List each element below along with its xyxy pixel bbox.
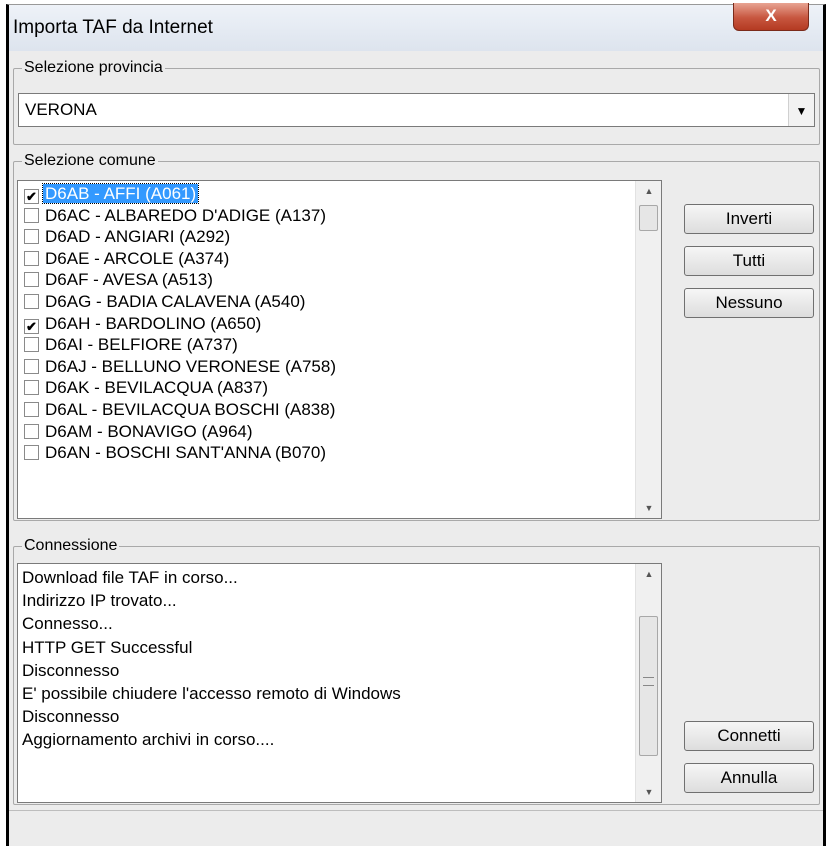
list-item[interactable]: D6AE - ARCOLE (A374) — [18, 248, 635, 270]
log-lines: Download file TAF in corso... Indirizzo I… — [18, 566, 635, 752]
grip-icon — [643, 677, 654, 686]
connessione-group-label: Connessione — [22, 537, 120, 555]
provincia-value: VERONA — [25, 100, 97, 119]
dialog-window: Importa TAF da Internet X Selezione prov… — [6, 3, 826, 846]
checkbox[interactable] — [24, 250, 39, 266]
window-title: Importa TAF da Internet — [13, 17, 213, 38]
scroll-down-icon[interactable]: ▼ — [636, 782, 661, 802]
checkbox[interactable] — [24, 445, 39, 461]
log-line: Connesso... — [22, 614, 113, 634]
annulla-button[interactable]: Annulla — [684, 763, 814, 793]
list-item[interactable]: ✔ D6AB - AFFI (A061) — [18, 183, 635, 205]
list-item[interactable]: ✔ D6AH - BARDOLINO (A650) — [18, 313, 635, 335]
list-item-label: D6AI - BELFIORE (A737) — [45, 335, 238, 355]
list-item-label: D6AF - AVESA (A513) — [45, 270, 213, 290]
comune-items: ✔ D6AB - AFFI (A061) D6AC - ALBAREDO D'ADI… — [18, 183, 635, 464]
close-button[interactable]: X — [733, 3, 809, 31]
title-bar: Importa TAF da Internet X — [9, 3, 823, 51]
scroll-up-icon[interactable]: ▲ — [636, 181, 661, 201]
close-icon: X — [765, 6, 777, 25]
checkbox[interactable] — [24, 380, 39, 396]
provincia-select[interactable]: VERONA ▼ — [18, 93, 815, 127]
log-line: Disconnesso — [22, 660, 120, 680]
checkbox[interactable] — [24, 207, 39, 223]
list-item-label: D6AM - BONAVIGO (A964) — [45, 421, 253, 441]
connessione-group: Connessione Download file TAF in corso..… — [13, 537, 820, 805]
checkbox[interactable] — [24, 423, 39, 439]
chevron-down-icon[interactable]: ▼ — [788, 94, 814, 126]
comune-group-label: Selezione comune — [22, 152, 158, 170]
log-line: Disconnesso — [22, 707, 120, 727]
scroll-up-icon[interactable]: ▲ — [636, 564, 661, 584]
list-item-label: D6AE - ARCOLE (A374) — [45, 248, 230, 268]
list-item-label: D6AL - BEVILACQUA BOSCHI (A838) — [45, 399, 336, 419]
list-item[interactable]: D6AC - ALBAREDO D'ADIGE (A137) — [18, 205, 635, 227]
comune-scrollbar[interactable]: ▲ ▼ — [635, 181, 661, 518]
scroll-thumb[interactable] — [639, 205, 658, 231]
list-item[interactable]: D6AN - BOSCHI SANT'ANNA (B070) — [18, 442, 635, 464]
list-item[interactable]: D6AD - ANGIARI (A292) — [18, 226, 635, 248]
list-item-label: D6AD - ANGIARI (A292) — [45, 227, 231, 247]
connetti-button[interactable]: Connetti — [684, 721, 814, 751]
checkbox[interactable] — [24, 293, 39, 309]
scroll-down-icon[interactable]: ▼ — [636, 498, 661, 518]
checkbox[interactable] — [24, 401, 39, 417]
list-item[interactable]: D6AL - BEVILACQUA BOSCHI (A838) — [18, 399, 635, 421]
checkbox[interactable] — [24, 229, 39, 245]
checkbox[interactable]: ✔ — [24, 318, 39, 334]
checkbox[interactable] — [24, 358, 39, 374]
checkbox[interactable] — [24, 337, 39, 353]
list-item[interactable]: D6AF - AVESA (A513) — [18, 269, 635, 291]
log-line: Aggiornamento archivi in corso.... — [22, 730, 275, 750]
inverti-button[interactable]: Inverti — [684, 204, 814, 234]
scroll-thumb[interactable] — [639, 616, 658, 756]
provincia-group-label: Selezione provincia — [22, 59, 165, 77]
checkbox[interactable] — [24, 272, 39, 288]
nessuno-button[interactable]: Nessuno — [684, 288, 814, 318]
list-item[interactable]: D6AI - BELFIORE (A737) — [18, 334, 635, 356]
list-item-label: D6AJ - BELLUNO VERONESE (A758) — [45, 356, 336, 376]
list-item[interactable]: D6AK - BEVILACQUA (A837) — [18, 377, 635, 399]
list-item-label: D6AC - ALBAREDO D'ADIGE (A137) — [45, 205, 326, 225]
log-line: Indirizzo IP trovato... — [22, 591, 177, 611]
list-item[interactable]: D6AM - BONAVIGO (A964) — [18, 421, 635, 443]
comune-list[interactable]: ✔ D6AB - AFFI (A061) D6AC - ALBAREDO D'ADI… — [17, 180, 662, 519]
list-item[interactable]: D6AJ - BELLUNO VERONESE (A758) — [18, 356, 635, 378]
list-item-label: D6AK - BEVILACQUA (A837) — [45, 378, 268, 398]
list-item-label: D6AB - AFFI (A061) — [41, 183, 200, 204]
log-line: Download file TAF in corso... — [22, 568, 238, 587]
list-item[interactable]: D6AG - BADIA CALAVENA (A540) — [18, 291, 635, 313]
list-item-label: D6AG - BADIA CALAVENA (A540) — [45, 291, 306, 311]
provincia-group: Selezione provincia VERONA ▼ — [13, 59, 820, 145]
comune-group: Selezione comune ✔ D6AB - AFFI (A061) D6AC… — [13, 152, 820, 521]
log-scrollbar[interactable]: ▲ ▼ — [635, 564, 661, 802]
list-item-label: D6AN - BOSCHI SANT'ANNA (B070) — [45, 443, 326, 463]
log-line: HTTP GET Successful — [22, 637, 193, 657]
tutti-button[interactable]: Tutti — [684, 246, 814, 276]
log-line: E' possibile chiudere l'accesso remoto d… — [22, 683, 401, 703]
connection-log[interactable]: Download file TAF in corso... Indirizzo I… — [17, 563, 662, 803]
status-bar — [9, 810, 823, 846]
list-item-label: D6AH - BARDOLINO (A650) — [45, 313, 262, 333]
checkbox[interactable]: ✔ — [24, 189, 39, 204]
